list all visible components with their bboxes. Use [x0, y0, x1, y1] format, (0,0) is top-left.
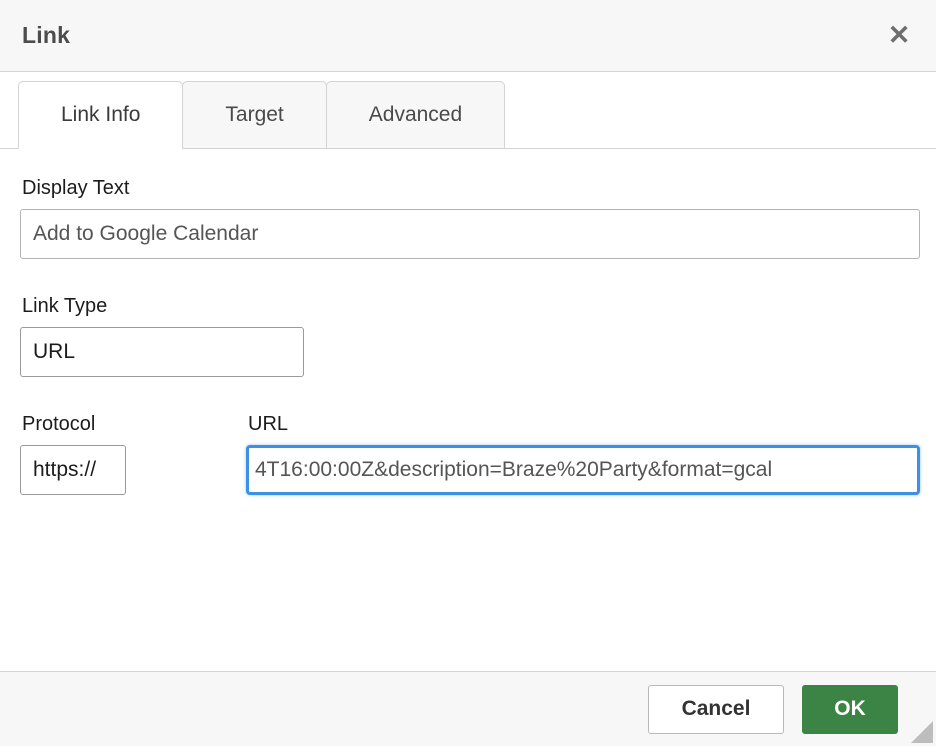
url-label: URL	[248, 413, 289, 435]
cancel-button[interactable]: Cancel	[648, 684, 784, 734]
link-type-group: Link Type URL	[20, 295, 916, 377]
tab-strip: Link Info Target Advanced	[0, 72, 936, 149]
url-value: 4T16:00:00Z&description=Braze%20Party&fo…	[255, 458, 773, 481]
link-type-label: Link Type	[22, 295, 108, 317]
protocol-url-row: Protocol https:// URL 4T16:00:00Z&descri…	[20, 413, 920, 495]
link-dialog: Link ✕ Link Info Target Advanced Display…	[0, 0, 936, 746]
url-input[interactable]: 4T16:00:00Z&description=Braze%20Party&fo…	[246, 445, 920, 495]
display-text-input[interactable]: Add to Google Calendar	[20, 209, 920, 259]
tab-link-info[interactable]: Link Info	[18, 81, 184, 149]
display-text-value: Add to Google Calendar	[33, 222, 259, 245]
tab-advanced[interactable]: Advanced	[325, 81, 506, 149]
link-type-select[interactable]: URL	[20, 327, 304, 377]
display-text-label: Display Text	[22, 177, 130, 199]
dialog-title: Link	[22, 22, 71, 48]
tab-advanced-label: Advanced	[368, 103, 463, 126]
tab-target[interactable]: Target	[182, 81, 327, 149]
close-icon[interactable]: ✕	[882, 19, 916, 53]
ok-button-label: OK	[834, 697, 866, 720]
protocol-value: https://	[33, 458, 97, 481]
protocol-group: Protocol https://	[20, 413, 246, 495]
protocol-select[interactable]: https://	[20, 445, 126, 495]
link-info-panel: Display Text Add to Google Calendar Link…	[0, 149, 936, 671]
ok-button[interactable]: OK	[802, 684, 898, 734]
link-type-value: URL	[33, 340, 76, 363]
resize-grip-icon[interactable]	[911, 721, 933, 743]
dialog-titlebar: Link ✕	[0, 0, 936, 72]
url-group: URL 4T16:00:00Z&description=Braze%20Part…	[246, 413, 920, 495]
dialog-footer: Cancel OK	[0, 671, 936, 746]
cancel-button-label: Cancel	[681, 697, 751, 720]
tab-target-label: Target	[225, 103, 284, 126]
protocol-label: Protocol	[22, 413, 96, 435]
display-text-group: Display Text Add to Google Calendar	[20, 177, 920, 259]
tab-link-info-label: Link Info	[61, 103, 141, 126]
resize-grip-triangle	[911, 721, 933, 743]
